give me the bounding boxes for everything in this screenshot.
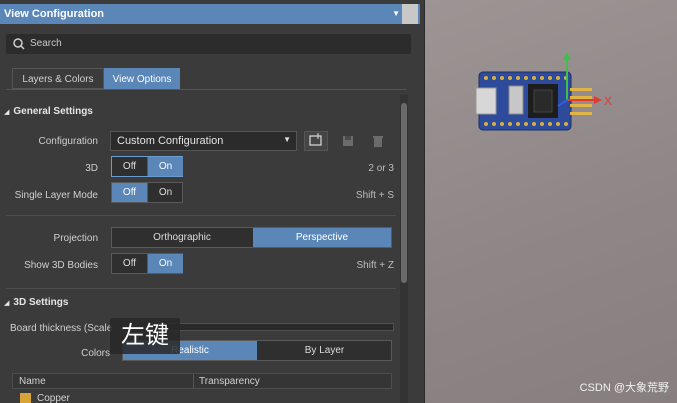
color-swatch[interactable] (20, 393, 31, 403)
trash-icon[interactable] (370, 133, 386, 149)
single-layer-mode-toggle[interactable]: Off On (111, 182, 183, 203)
3d-settings-header[interactable]: ◢ 3D Settings (4, 297, 68, 308)
3d-label: 3D (85, 163, 98, 174)
single-layer-shortcut-hint: Shift + S (355, 190, 394, 201)
table-row[interactable]: Copper (12, 390, 392, 403)
3d-on-option[interactable]: On (147, 157, 183, 176)
section-divider (6, 215, 396, 216)
search-input[interactable]: Search (30, 38, 62, 49)
configuration-label: Configuration (38, 136, 98, 147)
colors-label: Colors (81, 348, 110, 359)
collapse-triangle-icon: ◢ (4, 109, 10, 116)
projection-segmented-control[interactable]: Orthographic Perspective (111, 227, 392, 248)
panel-titlebar[interactable]: View Configuration ▼ (0, 4, 420, 24)
3d-toggle[interactable]: Off On (111, 156, 183, 177)
section-divider (6, 288, 396, 289)
add-view-icon (309, 133, 322, 146)
x-axis-label: X (604, 94, 612, 108)
panel-title: View Configuration (4, 8, 105, 20)
pcb-board-render[interactable]: X (424, 0, 677, 403)
projection-orthographic-option[interactable]: Orthographic (112, 228, 252, 247)
single-layer-mode-label: Single Layer Mode (14, 190, 98, 201)
single-layer-on-option[interactable]: On (147, 183, 183, 202)
tab-view-options[interactable]: View Options (104, 68, 180, 89)
projection-label: Projection (53, 233, 98, 244)
collapse-triangle-icon: ◢ (4, 300, 10, 307)
configuration-select[interactable]: Custom Configuration ▼ (110, 131, 297, 151)
column-name[interactable]: Name (19, 376, 46, 387)
show-3d-bodies-toggle[interactable]: Off On (111, 253, 183, 274)
panel-scrollbar[interactable] (400, 95, 408, 403)
chevron-down-icon[interactable]: ▼ (392, 4, 400, 24)
watermark: CSDN @大象荒野 (579, 382, 669, 394)
pin-icon[interactable] (402, 4, 418, 24)
configuration-value: Custom Configuration (117, 135, 224, 147)
board-thickness-slider[interactable] (160, 323, 394, 331)
projection-perspective-option[interactable]: Perspective (253, 228, 391, 247)
3d-viewport[interactable]: X CSDN @大象荒野 (424, 0, 677, 403)
general-settings-header[interactable]: ◢ General Settings (4, 106, 93, 117)
single-layer-off-option[interactable]: Off (112, 183, 147, 202)
layers-table-header: Name Transparency (12, 373, 392, 389)
show-bodies-on-option[interactable]: On (147, 254, 183, 273)
disk-icon[interactable] (340, 133, 356, 149)
show-bodies-shortcut-hint: Shift + Z (356, 260, 394, 271)
colors-by-layer-option[interactable]: By Layer (258, 341, 391, 360)
tab-divider (6, 89, 406, 90)
view-configuration-panel: View Configuration ▼ Search Layers & Col… (0, 0, 425, 403)
board-thickness-label: Board thickness (Scale (10, 323, 113, 334)
column-transparency[interactable]: Transparency (199, 376, 260, 387)
show-3d-bodies-label: Show 3D Bodies (24, 260, 98, 271)
3d-shortcut-hint: 2 or 3 (368, 163, 394, 174)
scrollbar-thumb[interactable] (401, 103, 407, 283)
caption-overlay: 左键 (110, 318, 180, 354)
search-box[interactable]: Search (6, 34, 411, 54)
search-icon (13, 38, 25, 50)
layer-name: Copper (37, 393, 70, 403)
chevron-down-icon: ▼ (283, 135, 291, 144)
tab-layers-colors[interactable]: Layers & Colors (12, 68, 104, 89)
3d-off-option[interactable]: Off (112, 157, 147, 176)
show-bodies-off-option[interactable]: Off (112, 254, 147, 273)
save-configuration-button[interactable] (304, 131, 328, 151)
column-separator (193, 374, 194, 388)
